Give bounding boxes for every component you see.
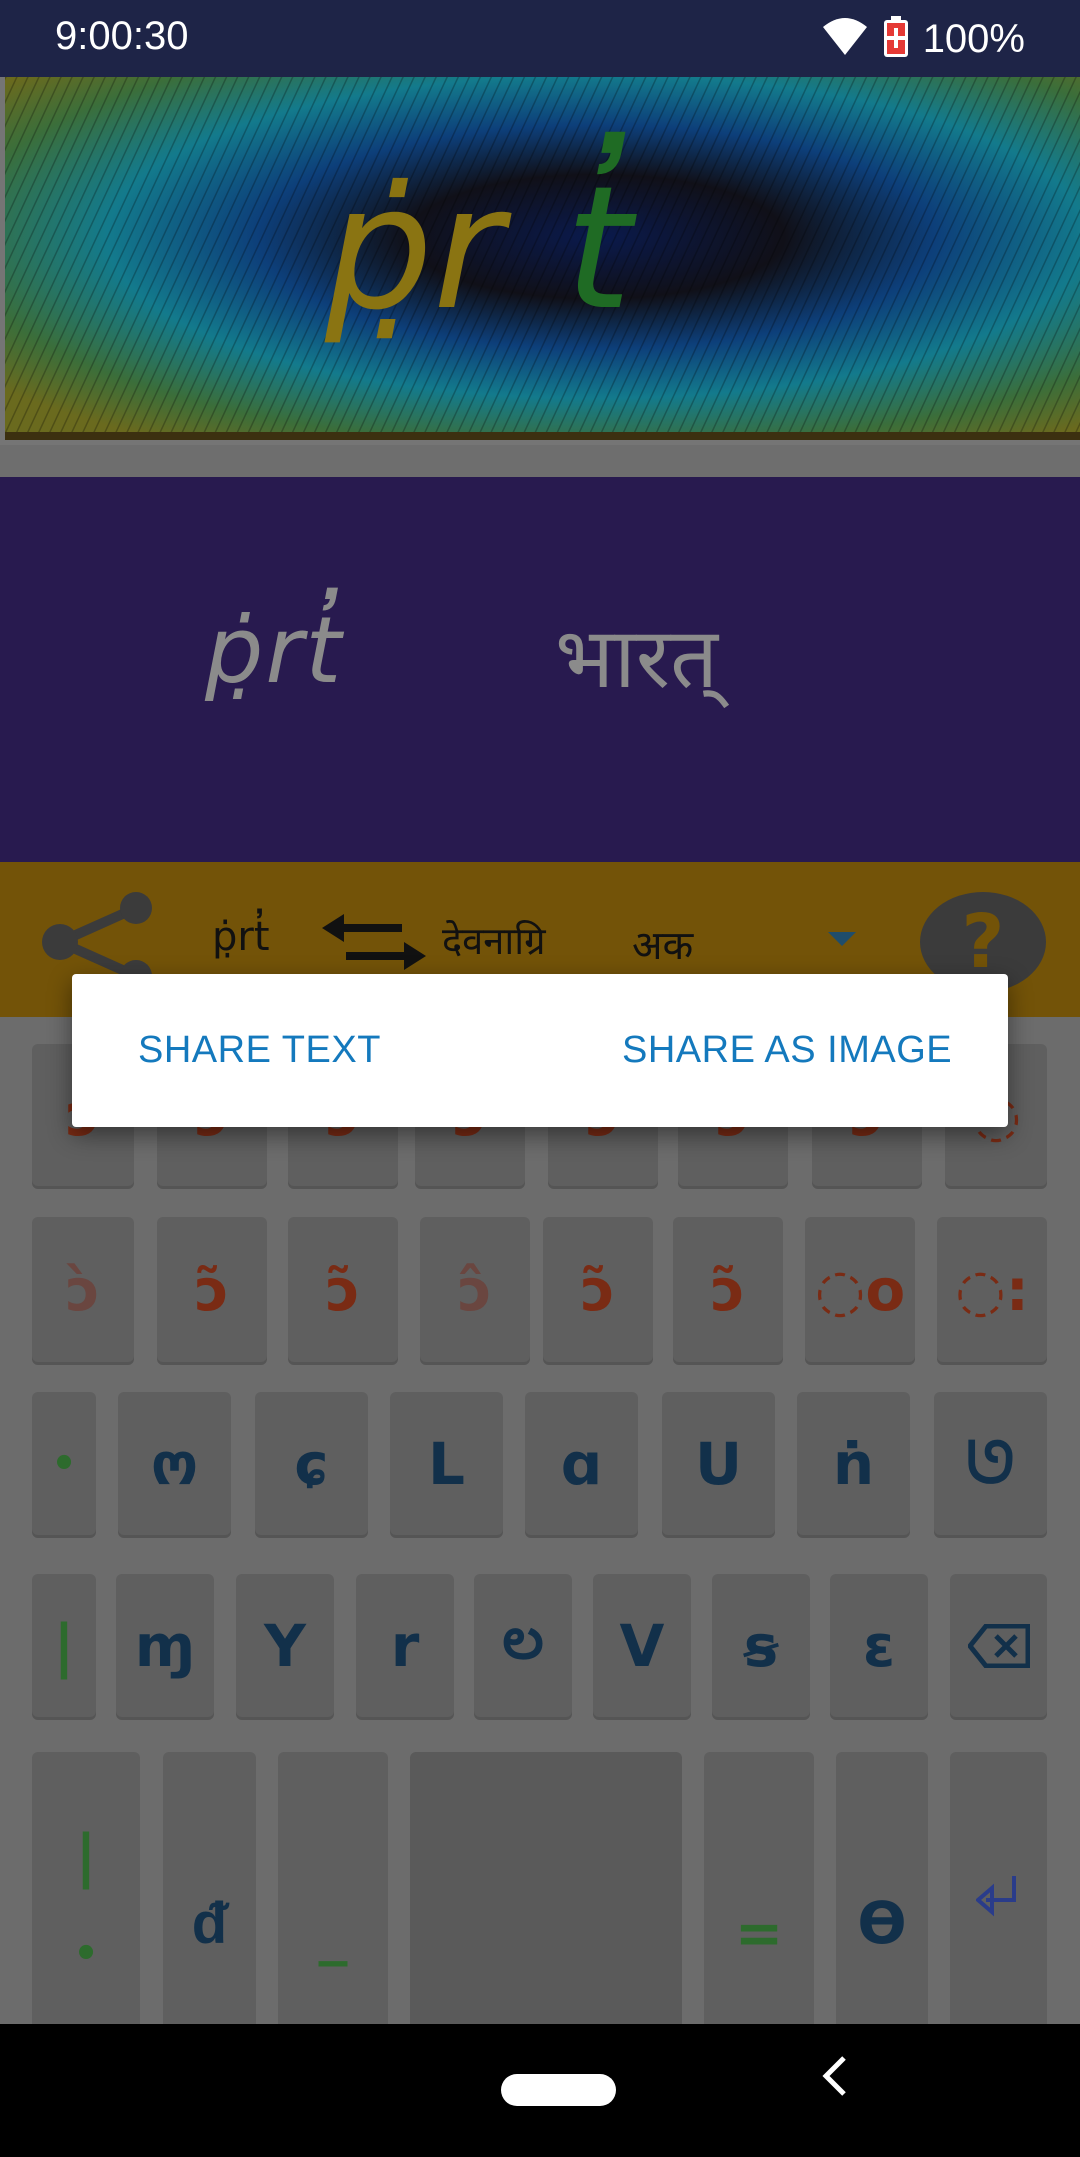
share-dialog: SHARE TEXT SHARE AS IMAGE [72, 974, 1008, 1127]
key-r5-6[interactable]: Ө [836, 1752, 928, 2037]
key-r4-5[interactable]: ల [474, 1574, 572, 1717]
peacock-feather-banner: ṗ̣r t̓ [5, 77, 1080, 440]
key-r5-1-bottom: • [73, 1930, 99, 1977]
key-r2-1[interactable]: ɔ̀ [32, 1217, 134, 1362]
battery-percent: 100% [922, 16, 1025, 61]
key-r3-8[interactable]: ᘎ [934, 1392, 1047, 1535]
key-r2-5[interactable]: ɔ̃ [543, 1217, 653, 1362]
app-screen: 9:00:30 100% ṗ̣r t̓ ṗ̣rt̓ भारत् ṗ̣rt̓ दे… [0, 0, 1080, 2157]
share-as-image-button[interactable]: SHARE AS IMAGE [622, 974, 952, 1127]
key-r2-6[interactable]: ɔ̃ [673, 1217, 783, 1362]
key-r5-2[interactable]: ᵭ [163, 1752, 256, 2037]
back-icon[interactable] [820, 2054, 860, 2126]
key-r5-3-label: _ [318, 1899, 348, 1967]
source-text-display[interactable]: ṗ̣rt̓ [205, 597, 343, 704]
key-r3-6[interactable]: ᑌ [662, 1392, 775, 1535]
header-banner: ṗ̣r t̓ [0, 77, 1080, 445]
key-r3-dot[interactable]: • [32, 1392, 96, 1535]
key-r4-2[interactable]: ɱ [116, 1574, 214, 1717]
key-r2-4[interactable]: ɔ̂ [420, 1217, 530, 1362]
source-script-label[interactable]: ṗ̣rt̓ [212, 914, 270, 960]
dropdown-arrow-icon[interactable] [828, 932, 856, 952]
key-r2-2[interactable]: ɔ̃ [157, 1217, 267, 1362]
navigation-bar [0, 2024, 1080, 2157]
key-r5-6-label: Ө [857, 1889, 907, 1957]
key-r3-7[interactable]: ṅ [797, 1392, 910, 1535]
key-r2-7[interactable]: ◌o [805, 1217, 915, 1362]
script-selector-value[interactable]: अक [632, 916, 693, 971]
battery-icon [883, 16, 909, 62]
key-r5-5[interactable]: = [704, 1752, 814, 2037]
key-r4-7[interactable]: ꞩ [712, 1574, 810, 1717]
key-r4-8[interactable]: ɛ [830, 1574, 928, 1717]
svg-text:t̓: t̓ [565, 131, 637, 348]
key-r4-3[interactable]: Y [236, 1574, 334, 1717]
backspace-key[interactable] [950, 1574, 1047, 1717]
key-r3-5[interactable]: ɑ [525, 1392, 638, 1535]
key-r4-6[interactable]: V [593, 1574, 691, 1717]
status-time: 9:00:30 [55, 14, 189, 58]
target-script-label[interactable]: देवनाग्रि [442, 914, 546, 966]
key-r4-bar[interactable]: | [32, 1574, 96, 1717]
converter-panel: ṗ̣rt̓ भारत् [0, 477, 1080, 862]
backspace-icon [967, 1623, 1030, 1668]
status-icons: 100% [821, 14, 1025, 64]
banner-logo: ṗ̣r [324, 150, 512, 348]
key-r2-8[interactable]: ◌: [937, 1217, 1047, 1362]
key-r4-4[interactable]: r [356, 1574, 454, 1717]
key-r3-3[interactable]: ɕ [255, 1392, 368, 1535]
key-r5-5-label: = [734, 1899, 784, 1967]
target-text-display[interactable]: भारत् [555, 597, 718, 712]
key-r3-4[interactable]: L [390, 1392, 503, 1535]
key-r2-3[interactable]: ɔ̃ [288, 1217, 398, 1362]
key-r5-1[interactable]: | • [32, 1752, 140, 2037]
home-pill-button[interactable] [501, 2074, 616, 2106]
key-r5-2-label: ᵭ [191, 1889, 228, 1957]
wifi-icon [821, 17, 869, 61]
key-r5-3[interactable]: _ [278, 1752, 388, 2037]
share-text-button[interactable]: SHARE TEXT [138, 974, 381, 1127]
enter-key[interactable] [950, 1752, 1047, 2037]
space-key[interactable] [410, 1752, 682, 2037]
status-bar: 9:00:30 100% [0, 0, 1080, 77]
key-r5-1-top: | [75, 1822, 97, 1891]
keyboard: ɔ ɔ ɔ ɔ ɔ ɔ ɔ ◌ ɔ̀ ɔ̃ ɔ̃ ɔ̂ ɔ̃ ɔ̃ ◌o ◌: … [0, 1017, 1080, 2037]
enter-icon [975, 1875, 1016, 1916]
key-r3-2[interactable]: ო [118, 1392, 231, 1535]
swap-arrows-icon[interactable] [322, 912, 426, 976]
